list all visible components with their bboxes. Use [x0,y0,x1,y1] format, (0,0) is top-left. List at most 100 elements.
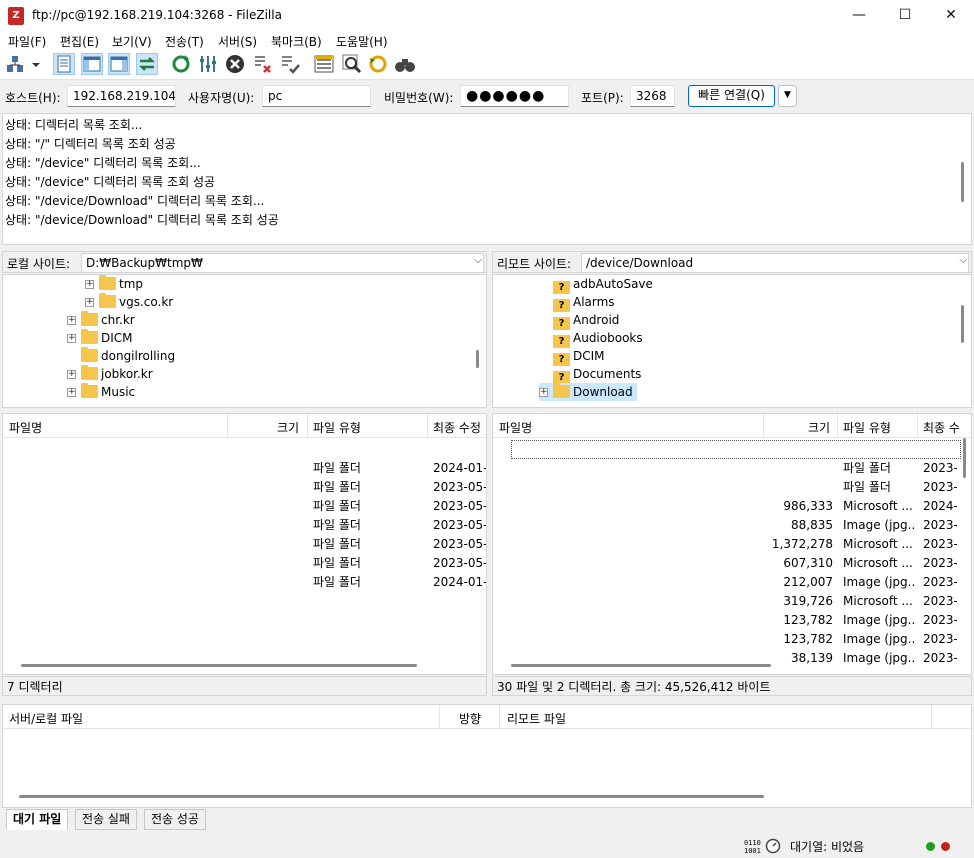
remote-path-input[interactable]: /device/Download [581,253,969,273]
col-local-file[interactable]: 서버/로컬 파일 [9,710,83,727]
col-direction[interactable]: 방향 [459,710,481,727]
col-name[interactable]: 파일명 [499,419,532,436]
filter-icon[interactable] [313,53,335,75]
col-modified[interactable]: 최종 수정 [433,419,481,436]
menu-help[interactable]: 도움말(H) [336,33,388,50]
tree-item[interactable]: + vgs.co.kr [85,293,173,311]
expand-icon[interactable]: + [67,334,76,343]
quickconnect-button[interactable]: 빠른 연결(Q) [688,85,775,107]
tree-item[interactable]: + tmp [85,275,143,293]
quickconnect-history-button[interactable]: ▼ [778,85,797,107]
col-remote-file[interactable]: 리모트 파일 [507,710,566,727]
file-row[interactable]: q320w75파일 폴더2023-05- [3,516,486,535]
local-tree-scrollbar[interactable] [476,350,479,368]
col-size[interactable]: 크기 [808,419,830,436]
tree-item[interactable]: ? Audiobooks [553,329,643,348]
chevron-down-icon[interactable]: ⌵ [959,255,967,266]
expand-icon[interactable]: + [539,388,548,397]
local-status: 7 디렉터리 [2,676,487,696]
col-type[interactable]: 파일 유형 [843,419,891,436]
file-row[interactable]: PDF20230926214301216_application.pdf607,… [493,554,961,573]
reconnect-icon[interactable] [279,53,301,75]
expand-icon[interactable]: + [85,280,94,289]
chevron-down-icon[interactable]: ⌵ [474,255,482,266]
file-row[interactable]: 126764.jpg88,835Image (jpg...2023- [493,516,961,535]
tree-item[interactable]: + Music [67,383,135,401]
maximize-button[interactable]: ☐ [882,0,928,32]
sort-arrow-icon: ˄ [625,413,630,422]
menu-server[interactable]: 서버(S) [218,33,257,50]
expand-icon[interactable]: + [67,388,76,397]
file-type: 파일 폴더 [313,499,361,513]
password-input[interactable]: ●●●●●● [460,85,569,107]
file-row[interactable]: q32v75파일 폴더2023-05- [3,535,486,554]
dropdown-icon[interactable] [29,53,43,75]
find-files-icon[interactable] [394,53,416,75]
file-row[interactable]: 3366636(1).jpg123,782Image (jpg...2023- [493,611,961,630]
tree-item[interactable]: ? Documents [553,365,641,384]
file-row[interactable]: PDF100000202400150415.pdf986,333Microsof… [493,497,961,516]
col-name[interactable]: 파일명 [9,419,42,436]
message-log-icon[interactable] [53,53,75,75]
file-row[interactable]: PDF20230926214301185_description.pdf1,37… [493,535,961,554]
remote-tree-scrollbar[interactable] [961,305,964,343]
file-row[interactable]: press파일 폴더2023-05- [3,497,486,516]
remote-list-vscrollbar[interactable] [963,438,966,478]
col-modified[interactable]: 최종 수 [923,419,960,436]
remote-list-hscrollbar[interactable] [511,664,771,667]
refresh-icon[interactable] [170,53,192,75]
tree-item[interactable]: ? Alarms [553,293,615,312]
file-row[interactable]: 2023121201866_1.jpg212,007Image (jpg...2… [493,573,961,592]
user-input[interactable]: pc [262,85,371,107]
tab-successful-transfers[interactable]: 전송 성공 [144,809,206,830]
col-type[interactable]: 파일 유형 [313,419,361,436]
file-row[interactable]: temp_review파일 폴더2023-05- [3,554,486,573]
tree-item[interactable]: ? Android [553,311,619,330]
expand-icon[interactable]: + [85,298,94,307]
tab-failed-transfers[interactable]: 전송 실패 [75,809,137,830]
menu-transfer[interactable]: 전송(T) [165,33,204,50]
file-row[interactable]: 3366636.jpg123,782Image (jpg...2023- [493,630,961,649]
speed-limit-icon[interactable] [765,838,781,854]
file-row[interactable]: 1파일 폴더2024-01- [3,459,486,478]
remote-tree-icon[interactable] [108,53,130,75]
close-button[interactable]: ✕ [928,0,974,32]
file-row[interactable]: webp파일 폴더2024-01- [3,573,486,592]
file-row[interactable]: KakaoTalk파일 폴더2023- [493,459,961,478]
queue-hscrollbar[interactable] [19,795,764,798]
expand-icon[interactable]: + [67,370,76,379]
tree-item[interactable]: + jobkor.kr [67,365,153,383]
tree-item[interactable]: ? DCIM [553,347,605,366]
site-manager-icon[interactable] [5,53,27,75]
file-row[interactable]: paper파일 폴더2023-05- [3,478,486,497]
local-tree-icon[interactable] [81,53,103,75]
file-row-focused[interactable]: .. [511,440,961,459]
host-input[interactable]: 192.168.219.104 [67,85,176,107]
transfer-queue-icon[interactable] [136,53,158,75]
expand-icon[interactable]: + [67,316,76,325]
file-row[interactable]: Nearby Share파일 폴더2023- [493,478,961,497]
port-input[interactable]: 3268 [630,85,675,107]
tree-item[interactable]: + DICM [67,329,133,347]
menu-view[interactable]: 보기(V) [112,33,152,50]
compare-icon[interactable] [367,53,389,75]
tree-item[interactable]: dongilrolling [67,347,175,365]
menu-edit[interactable]: 편집(E) [60,33,99,50]
local-list-hscrollbar[interactable] [21,664,417,667]
col-size[interactable]: 크기 [277,419,299,436]
disconnect-icon[interactable] [252,53,274,75]
log-scrollbar[interactable] [961,162,964,202]
file-row[interactable]: .. [3,440,486,459]
minimize-button[interactable]: — [836,0,882,32]
tab-queued-files[interactable]: 대기 파일 [6,809,69,830]
file-row[interactable]: PDF202312goji.pdf319,726Microsoft ...202… [493,592,961,611]
cancel-icon[interactable] [224,53,246,75]
search-icon[interactable] [341,53,363,75]
menu-file[interactable]: 파일(F) [8,33,46,50]
tree-item[interactable]: ? adbAutoSave [553,275,653,294]
process-queue-icon[interactable] [197,53,219,75]
local-path-input[interactable]: D:₩Backup₩tmp₩ [81,253,484,273]
tree-item-selected[interactable]: + Download [539,383,637,401]
tree-item[interactable]: + chr.kr [67,311,135,329]
menu-bookmarks[interactable]: 북마크(B) [271,33,322,50]
